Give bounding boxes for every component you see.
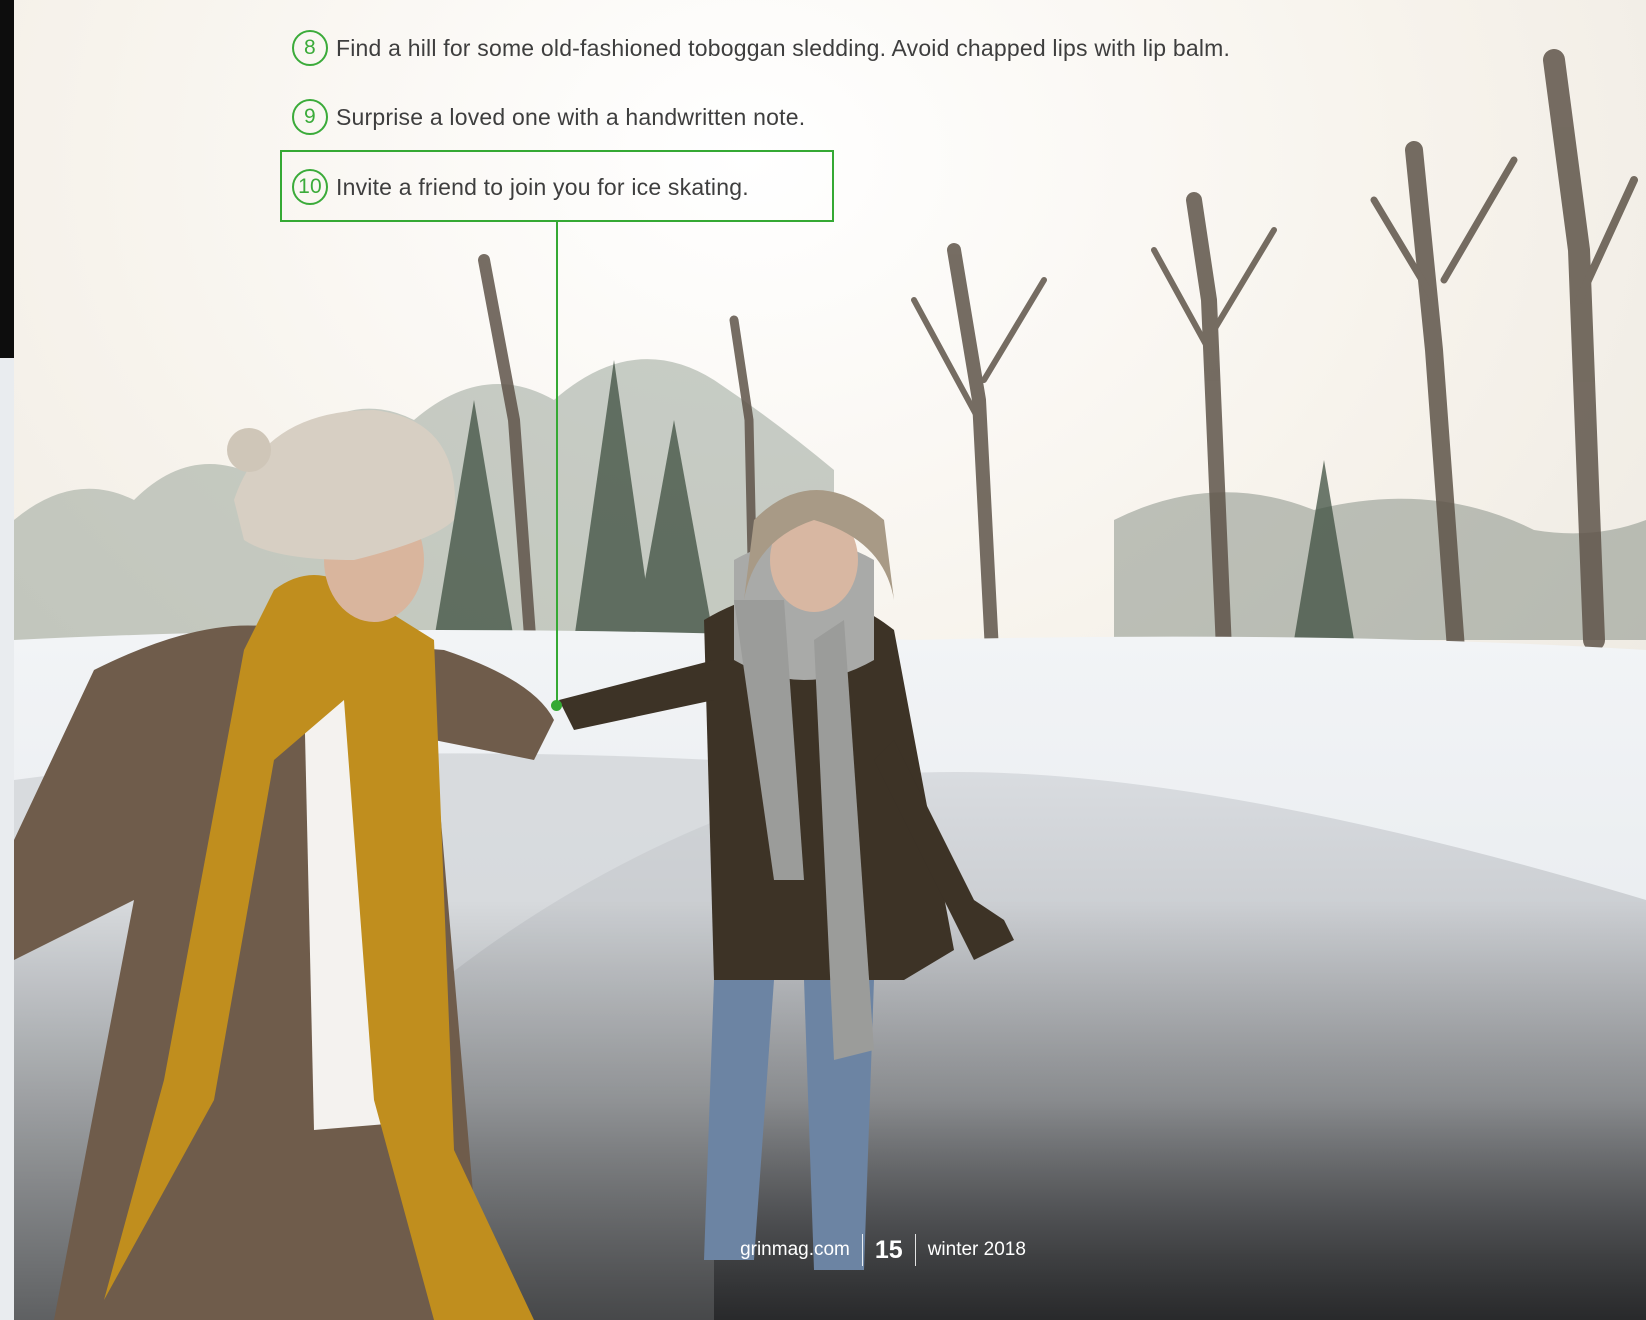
footer-issue: winter 2018 bbox=[927, 1239, 1026, 1260]
callout-highlight-box bbox=[280, 150, 834, 222]
number-badge: 9 bbox=[292, 99, 328, 135]
footer-divider bbox=[914, 1234, 916, 1266]
list-item-text: Surprise a loved one with a handwritten … bbox=[336, 103, 806, 130]
list-item-8: 8 Find a hill for some old-fashioned tob… bbox=[292, 28, 1230, 68]
page-number: 15 bbox=[874, 1235, 903, 1264]
number-badge: 8 bbox=[292, 30, 328, 66]
magazine-page: 8 Find a hill for some old-fashioned tob… bbox=[0, 0, 1646, 1320]
list-item-text: Find a hill for some old-fashioned tobog… bbox=[336, 34, 1231, 61]
callout-pointer-dot bbox=[551, 700, 562, 711]
spread-gutter-lower bbox=[0, 358, 14, 1320]
list-item-9: 9 Surprise a loved one with a handwritte… bbox=[292, 97, 805, 137]
footer-divider bbox=[861, 1234, 863, 1266]
footer-site: grinmag.com bbox=[740, 1239, 850, 1260]
callout-leader-line bbox=[556, 222, 558, 706]
spread-gutter bbox=[0, 0, 14, 358]
page-footer: grinmag.com 15 winter 2018 bbox=[0, 1230, 1646, 1270]
